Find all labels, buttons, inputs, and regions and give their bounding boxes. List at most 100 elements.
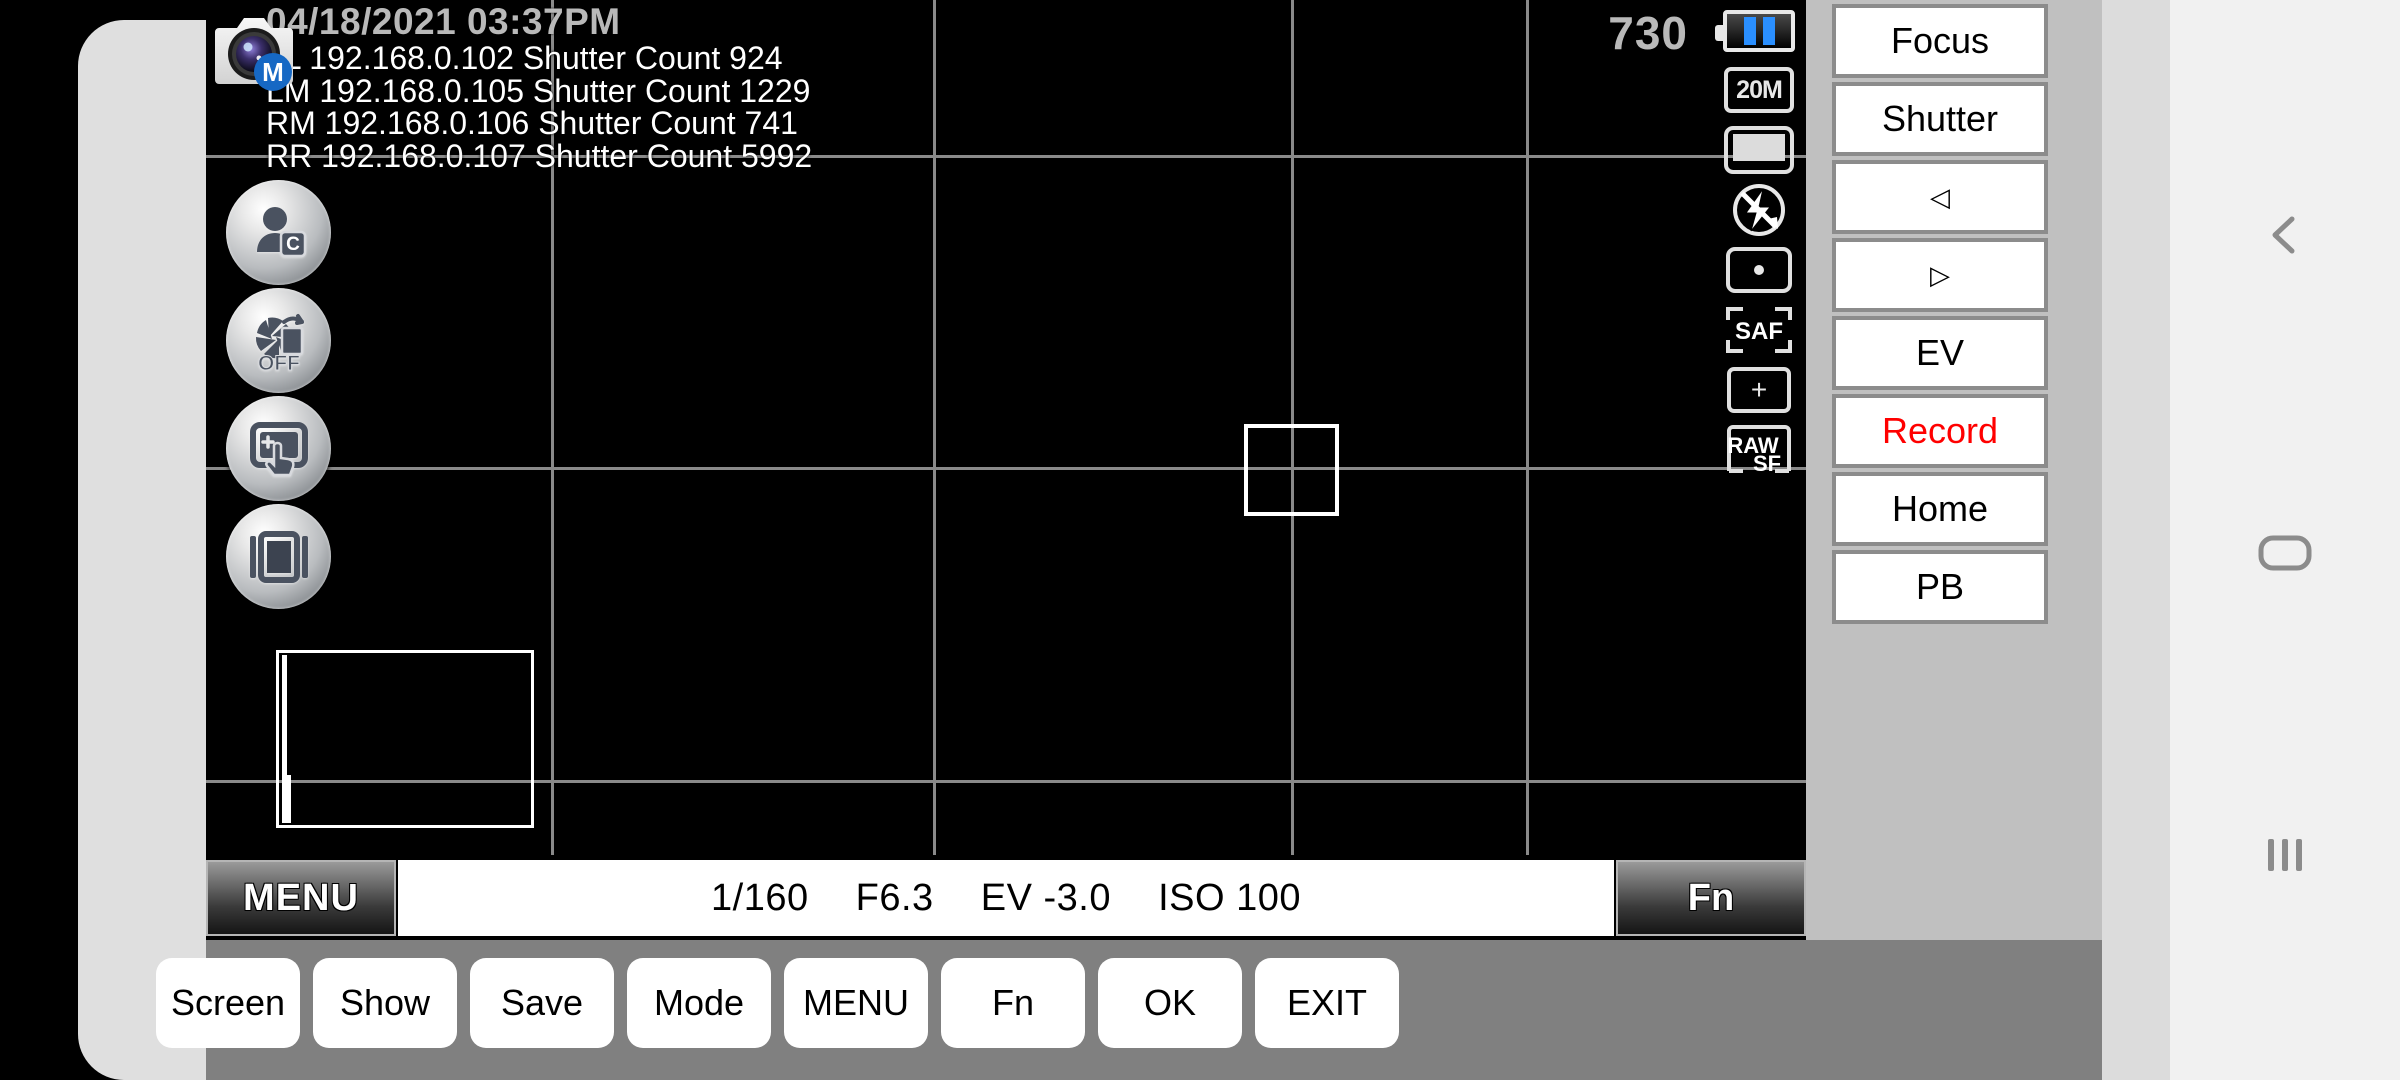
histogram-box bbox=[276, 650, 534, 828]
svg-text:M: M bbox=[262, 57, 284, 87]
focus-mode-status[interactable]: SAF bbox=[1712, 302, 1806, 358]
osd-camera-line: RR 192.168.0.107 Shutter Count 5992 bbox=[266, 137, 813, 174]
grid-line-vertical bbox=[933, 0, 936, 855]
quality-status[interactable]: RAW SF bbox=[1712, 422, 1806, 478]
osd-camera-line: LL 192.168.0.102 Shutter Count 924 bbox=[266, 40, 783, 76]
left-gutter bbox=[0, 0, 228, 1080]
toolbar-button-label: OK bbox=[1143, 982, 1196, 1023]
saf-icon: SAF bbox=[1726, 307, 1792, 353]
status-icon-column: 20M SAF + RAW SF bbox=[1712, 0, 1806, 855]
toolbar-button-show[interactable]: Show bbox=[313, 958, 457, 1048]
toolbar-button-label: Screen bbox=[170, 982, 286, 1023]
osd-camera-line: RM 192.168.0.106 Shutter Count 741 bbox=[266, 105, 798, 141]
histogram-bar-peak bbox=[282, 775, 291, 823]
screen-root: M 04/18/2021 03:37PM LL 192.168.0.102 Sh… bbox=[0, 0, 2400, 1080]
toolbar-button-mode[interactable]: Mode bbox=[627, 958, 771, 1048]
battery-icon bbox=[1715, 10, 1795, 52]
nav-recents-button[interactable] bbox=[2170, 800, 2400, 910]
image-size-icon: 20M bbox=[1724, 67, 1794, 113]
focus-area-label: + bbox=[1750, 374, 1768, 405]
screen-frame-icon bbox=[249, 530, 308, 583]
fn-button-label: Fn bbox=[1687, 876, 1735, 919]
touch-shutter-button[interactable] bbox=[226, 396, 331, 501]
image-size-label: 20M bbox=[1736, 75, 1783, 104]
aspect-ratio-status[interactable] bbox=[1712, 122, 1806, 178]
aperture-off-icon: OFF bbox=[255, 313, 304, 374]
svg-text:C: C bbox=[286, 234, 300, 255]
flash-off-status[interactable] bbox=[1712, 182, 1806, 238]
control-button-label: Record bbox=[1881, 410, 1999, 451]
ev-value: EV -3.0 bbox=[980, 876, 1111, 919]
control-button-focus[interactable]: Focus bbox=[1832, 4, 2048, 78]
toolbar-button-label: Mode bbox=[653, 982, 745, 1023]
aperture-value: F6.3 bbox=[855, 876, 934, 919]
toolbar-button-save[interactable]: Save bbox=[470, 958, 614, 1048]
toolbar-button-exit[interactable]: EXIT bbox=[1255, 958, 1399, 1048]
person-c-icon: C bbox=[256, 206, 306, 257]
control-button-ev[interactable]: EV bbox=[1832, 316, 2048, 390]
focus-area-status[interactable]: + bbox=[1712, 362, 1806, 418]
image-size-status[interactable]: 20M bbox=[1712, 62, 1806, 118]
focus-area-plus-icon: + bbox=[1727, 367, 1791, 413]
shots-remaining: 730 bbox=[1608, 7, 1688, 59]
viewfinder[interactable]: M 04/18/2021 03:37PM LL 192.168.0.102 Sh… bbox=[206, 0, 1806, 855]
saf-label: SAF bbox=[1735, 318, 1783, 345]
toolbar-button-screen[interactable]: Screen bbox=[156, 958, 300, 1048]
control-button-right[interactable]: ▷ bbox=[1832, 238, 2048, 312]
aspect-ratio-icon bbox=[1724, 126, 1794, 174]
menu-button[interactable]: MENU bbox=[206, 860, 396, 936]
exposure-bar: MENU 1/160 F6.3 EV -3.0 ISO 100 Fn bbox=[206, 860, 1806, 940]
shutter-speed-value: 1/160 bbox=[711, 876, 809, 919]
iso-value: ISO 100 bbox=[1158, 876, 1301, 919]
shutter-sound-off-button[interactable]: OFF bbox=[226, 288, 331, 393]
recents-bars-icon bbox=[2268, 839, 2302, 871]
control-button-home[interactable]: Home bbox=[1832, 472, 2048, 546]
spot-metering-icon bbox=[1726, 247, 1792, 293]
bottom-toolbar: Screen Show Save Mode MENU Fn OK EXIT bbox=[156, 940, 2102, 1080]
svg-text:SF: SF bbox=[1753, 451, 1781, 476]
control-button-label: PB bbox=[1915, 566, 1965, 607]
nav-back-button[interactable] bbox=[2170, 180, 2400, 290]
toolbar-button-label: Save bbox=[500, 982, 584, 1023]
metering-status[interactable] bbox=[1712, 242, 1806, 298]
raw-sf-icon: RAW SF bbox=[1727, 425, 1791, 476]
camera-mode-icon: M bbox=[215, 18, 293, 91]
flash-off-icon bbox=[1733, 184, 1785, 236]
home-rounded-rect-icon bbox=[2258, 535, 2312, 571]
control-button-label: Shutter bbox=[1881, 98, 1999, 139]
toolbar-button-label: EXIT bbox=[1286, 982, 1367, 1023]
grid-line-horizontal bbox=[206, 467, 1806, 470]
custom-profile-button[interactable]: C bbox=[226, 180, 331, 285]
control-button-record[interactable]: Record bbox=[1832, 394, 2048, 468]
display-toggle-button[interactable] bbox=[226, 504, 331, 609]
toolbar-button-menu[interactable]: MENU bbox=[784, 958, 928, 1048]
camera-app: M 04/18/2021 03:37PM LL 192.168.0.102 Sh… bbox=[206, 0, 2102, 1080]
nav-home-button[interactable] bbox=[2170, 498, 2400, 608]
toolbar-button-label: MENU bbox=[803, 982, 909, 1023]
touch-add-icon bbox=[249, 421, 308, 476]
android-nav-bar bbox=[2170, 0, 2400, 1080]
af-focus-box[interactable] bbox=[1244, 424, 1339, 516]
osd-overlay: M 04/18/2021 03:37PM LL 192.168.0.102 Sh… bbox=[215, 1, 813, 174]
toolbar-button-label: Fn bbox=[991, 982, 1034, 1023]
right-arrow-icon: ▷ bbox=[1930, 259, 1950, 290]
control-button-pb[interactable]: PB bbox=[1832, 550, 2048, 624]
control-button-label: EV bbox=[1915, 332, 1965, 373]
toolbar-button-label: Show bbox=[339, 982, 431, 1023]
back-chevron-icon bbox=[2272, 216, 2295, 254]
control-button-label: Home bbox=[1891, 488, 1989, 529]
grid-line-vertical bbox=[1526, 0, 1529, 855]
battery-status bbox=[1712, 3, 1806, 59]
osd-datetime: 04/18/2021 03:37PM bbox=[266, 1, 621, 42]
control-button-shutter[interactable]: Shutter bbox=[1832, 82, 2048, 156]
exposure-readout: 1/160 F6.3 EV -3.0 ISO 100 bbox=[398, 860, 1614, 936]
osd-camera-line: LM 192.168.0.105 Shutter Count 1229 bbox=[266, 72, 811, 109]
toolbar-button-ok[interactable]: OK bbox=[1098, 958, 1242, 1048]
left-button-column: C OFF bbox=[226, 180, 331, 612]
control-button-left[interactable]: ◁ bbox=[1832, 160, 2048, 234]
control-panel: Focus Shutter ◁ ▷ EV Record Home PB bbox=[1806, 0, 2102, 940]
toolbar-button-fn[interactable]: Fn bbox=[941, 958, 1085, 1048]
fn-button[interactable]: Fn bbox=[1616, 860, 1806, 936]
control-button-label: Focus bbox=[1890, 20, 1990, 61]
nav-strip bbox=[2102, 0, 2170, 1080]
